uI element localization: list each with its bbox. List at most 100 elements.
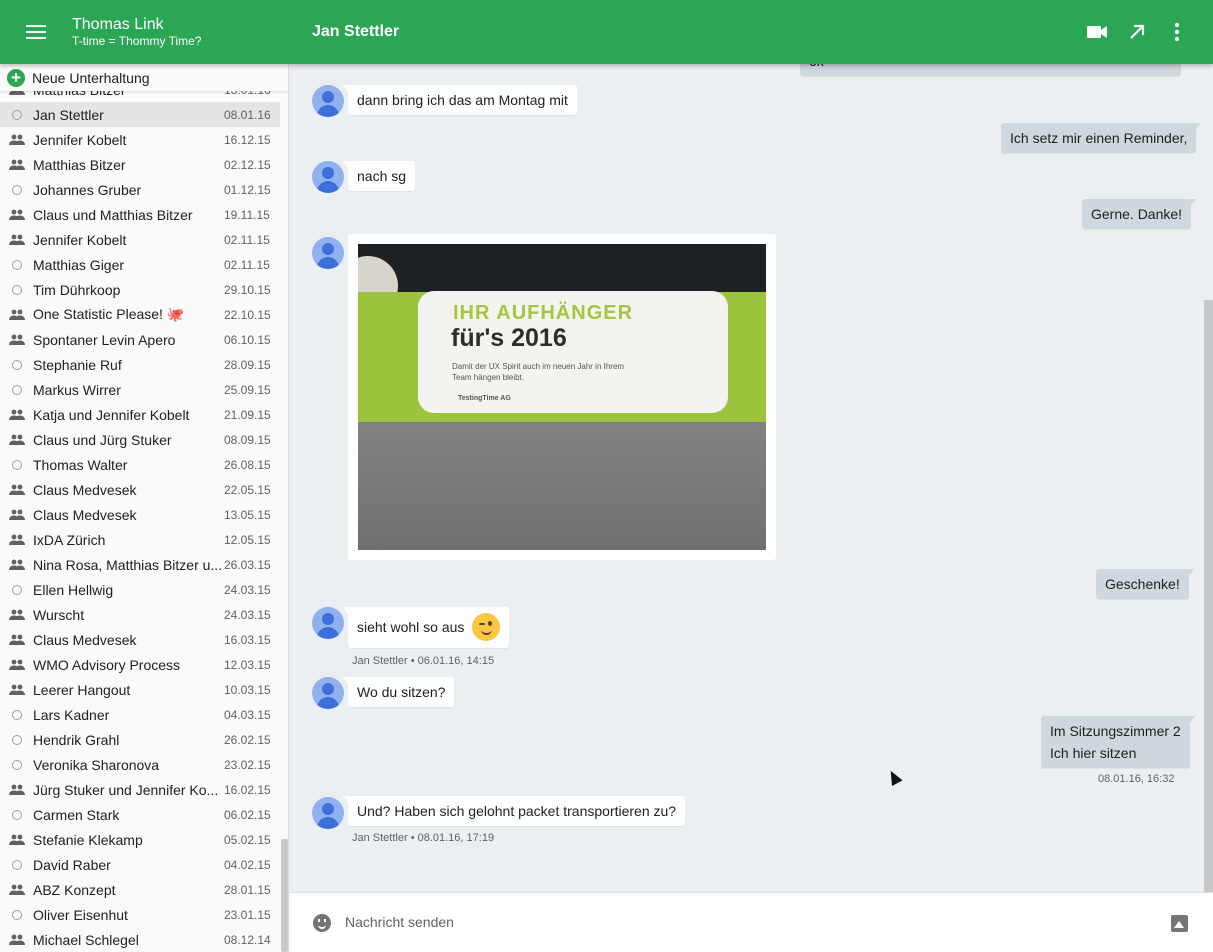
message-input[interactable] bbox=[345, 911, 1145, 933]
user-status: T-time = Thommy Time? bbox=[72, 34, 202, 48]
conversation-date: 01.12.15 bbox=[224, 182, 271, 197]
message-incoming: nach sg bbox=[342, 161, 416, 191]
message-text: Und? Haben sich gelohnt packet transport… bbox=[357, 803, 677, 819]
conversation-item[interactable]: Nina Rosa, Matthias Bitzer u... 26.03.15 bbox=[0, 552, 280, 577]
conversation-item[interactable]: Claus Medvesek 13.05.15 bbox=[0, 502, 280, 527]
conversation-item[interactable]: Claus und Matthias Bitzer 19.11.15 bbox=[0, 202, 280, 227]
conversation-date: 12.05.15 bbox=[224, 532, 271, 547]
conversation-item[interactable]: Oliver Eisenhut 23.01.15 bbox=[0, 902, 280, 927]
conversation-name: One Statistic Please! 🐙 bbox=[33, 306, 185, 322]
contact-avatar[interactable] bbox=[312, 85, 344, 117]
sidebar-scrollbar[interactable] bbox=[281, 839, 288, 952]
conversation-date: 28.09.15 bbox=[224, 357, 271, 372]
conversation-date: 19.11.15 bbox=[224, 207, 270, 222]
conversation-name: WMO Advisory Process bbox=[33, 656, 181, 673]
group-icon bbox=[0, 134, 33, 146]
winking-face-icon bbox=[472, 613, 501, 642]
conversation-name: Michael Schlegel bbox=[33, 931, 139, 948]
conversation-item[interactable]: Katja und Jennifer Kobelt 21.09.15 bbox=[0, 402, 280, 427]
conversation-date: 26.03.15 bbox=[224, 557, 271, 572]
group-icon bbox=[0, 309, 33, 321]
message-meta: Jan Stettler • 06.01.16, 14:15 bbox=[352, 655, 495, 667]
conversation-item[interactable]: Jennifer Kobelt 02.11.15 bbox=[0, 227, 280, 252]
contact-avatar[interactable] bbox=[312, 161, 344, 193]
person-status-icon bbox=[0, 809, 33, 820]
conversation-item[interactable]: Matthias Giger 02.11.15 bbox=[0, 252, 280, 277]
conversation-date: 05.02.15 bbox=[224, 832, 271, 847]
message-outgoing: Im Sitzungszimmer 2 Ich hier sitzen bbox=[1041, 716, 1195, 768]
conversation-item[interactable]: ABZ Konzept 28.01.15 bbox=[0, 877, 280, 902]
chat-scrollbar[interactable] bbox=[1204, 300, 1213, 892]
conversation-item[interactable]: Michael Schlegel 08.12.14 bbox=[0, 927, 280, 952]
new-conversation-button[interactable]: + Neue Unterhaltung bbox=[0, 64, 288, 91]
conversation-item[interactable]: David Raber 04.02.15 bbox=[0, 852, 280, 877]
pop-out-icon[interactable] bbox=[1125, 20, 1149, 44]
group-icon bbox=[0, 334, 33, 346]
conversation-date: 02.12.15 bbox=[224, 157, 271, 172]
conversation-item[interactable]: Jan Stettler 08.01.16 bbox=[0, 102, 280, 127]
message-outgoing: ok bbox=[800, 64, 1181, 76]
conversation-date: 22.10.15 bbox=[224, 307, 271, 322]
conversation-name: Claus Medvesek bbox=[33, 506, 137, 523]
contact-avatar[interactable] bbox=[312, 237, 344, 269]
person-status-icon bbox=[0, 459, 33, 470]
message-text: Im Sitzungszimmer 2 bbox=[1050, 723, 1181, 739]
emoji-icon[interactable] bbox=[313, 914, 331, 932]
conversation-date: 04.03.15 bbox=[224, 707, 271, 722]
image-icon[interactable] bbox=[1171, 915, 1188, 932]
message-incoming: dann bring ich das am Montag mit bbox=[343, 85, 577, 115]
contact-avatar[interactable] bbox=[312, 607, 344, 639]
conversation-name: ABZ Konzept bbox=[33, 881, 116, 898]
conversation-item[interactable]: Spontaner Levin Apero 06.10.15 bbox=[0, 327, 280, 352]
conversation-item[interactable]: Wurscht 24.03.15 bbox=[0, 602, 280, 627]
conversation-item[interactable]: Leerer Hangout 10.03.15 bbox=[0, 677, 280, 702]
message-text: Geschenke! bbox=[1105, 576, 1180, 592]
conversation-item[interactable]: Johannes Gruber 01.12.15 bbox=[0, 177, 280, 202]
conversation-item[interactable]: Jürg Stuker und Jennifer Ko... 16.02.15 bbox=[0, 777, 280, 802]
message-text: Ich hier sitzen bbox=[1050, 745, 1137, 761]
menu-icon[interactable] bbox=[24, 22, 48, 42]
conversation-name: Carmen Stark bbox=[33, 806, 120, 823]
conversation-item[interactable]: Hendrik Grahl 26.02.15 bbox=[0, 727, 280, 752]
more-vert-icon[interactable] bbox=[1165, 20, 1189, 44]
conversation-item[interactable]: Lars Kadner 04.03.15 bbox=[0, 702, 280, 727]
conversation-name: Claus Medvesek bbox=[33, 481, 137, 498]
app-bar: Thomas Link T-time = Thommy Time? Jan St… bbox=[0, 0, 1213, 64]
conversation-item[interactable]: Claus und Jürg Stuker 08.09.15 bbox=[0, 427, 280, 452]
conversation-sidebar: + Neue Unterhaltung Matthias Bitzer13.01… bbox=[0, 64, 289, 952]
conversation-item[interactable]: Stefanie Klekamp 05.02.15 bbox=[0, 827, 280, 852]
conversation-item[interactable]: Veronika Sharonova 23.02.15 bbox=[0, 752, 280, 777]
conversation-item[interactable]: Claus Medvesek 22.05.15 bbox=[0, 477, 280, 502]
contact-avatar[interactable] bbox=[312, 797, 344, 829]
conversation-item[interactable]: Thomas Walter 26.08.15 bbox=[0, 452, 280, 477]
person-status-icon bbox=[0, 359, 33, 370]
group-icon bbox=[0, 784, 33, 796]
conversation-item[interactable]: Matthias Bitzer 02.12.15 bbox=[0, 152, 280, 177]
contact-avatar[interactable] bbox=[312, 677, 344, 709]
conversation-item[interactable]: IxDA Zürich 12.05.15 bbox=[0, 527, 280, 552]
conversation-item[interactable]: Jennifer Kobelt 16.12.15 bbox=[0, 127, 280, 152]
conversation-item[interactable]: Markus Wirrer 25.09.15 bbox=[0, 377, 280, 402]
conversation-name: Claus und Matthias Bitzer bbox=[33, 206, 193, 223]
group-icon bbox=[0, 234, 33, 246]
conversation-title: Jan Stettler bbox=[312, 23, 400, 40]
conversation-item[interactable]: Claus Medvesek 16.03.15 bbox=[0, 627, 280, 652]
conversation-item[interactable]: Ellen Hellwig 24.03.15 bbox=[0, 577, 280, 602]
conversation-name: Johannes Gruber bbox=[33, 181, 142, 198]
conversation-date: 23.01.15 bbox=[224, 907, 271, 922]
conversation-item[interactable]: One Statistic Please! 🐙 22.10.15 bbox=[0, 302, 280, 327]
conversation-name: Tim Dührkoop bbox=[33, 281, 121, 298]
conversation-date: 06.02.15 bbox=[224, 807, 271, 822]
conversation-date: 10.03.15 bbox=[224, 682, 271, 697]
conversation-date: 22.05.15 bbox=[224, 482, 271, 497]
conversation-item[interactable]: Stephanie Ruf 28.09.15 bbox=[0, 352, 280, 377]
video-call-icon[interactable] bbox=[1085, 20, 1109, 44]
group-icon bbox=[0, 609, 33, 621]
photo-headline: IHR AUFHÄNGER bbox=[453, 302, 634, 324]
conversation-item[interactable]: Carmen Stark 06.02.15 bbox=[0, 802, 280, 827]
shared-photo[interactable]: IHR AUFHÄNGER für's 2016 Damit der UX Sp… bbox=[358, 244, 766, 550]
conversation-item[interactable]: WMO Advisory Process 12.03.15 bbox=[0, 652, 280, 677]
conversation-date: 06.10.15 bbox=[224, 332, 271, 347]
conversation-name: Ellen Hellwig bbox=[33, 581, 114, 598]
conversation-item[interactable]: Tim Dührkoop 29.10.15 bbox=[0, 277, 280, 302]
